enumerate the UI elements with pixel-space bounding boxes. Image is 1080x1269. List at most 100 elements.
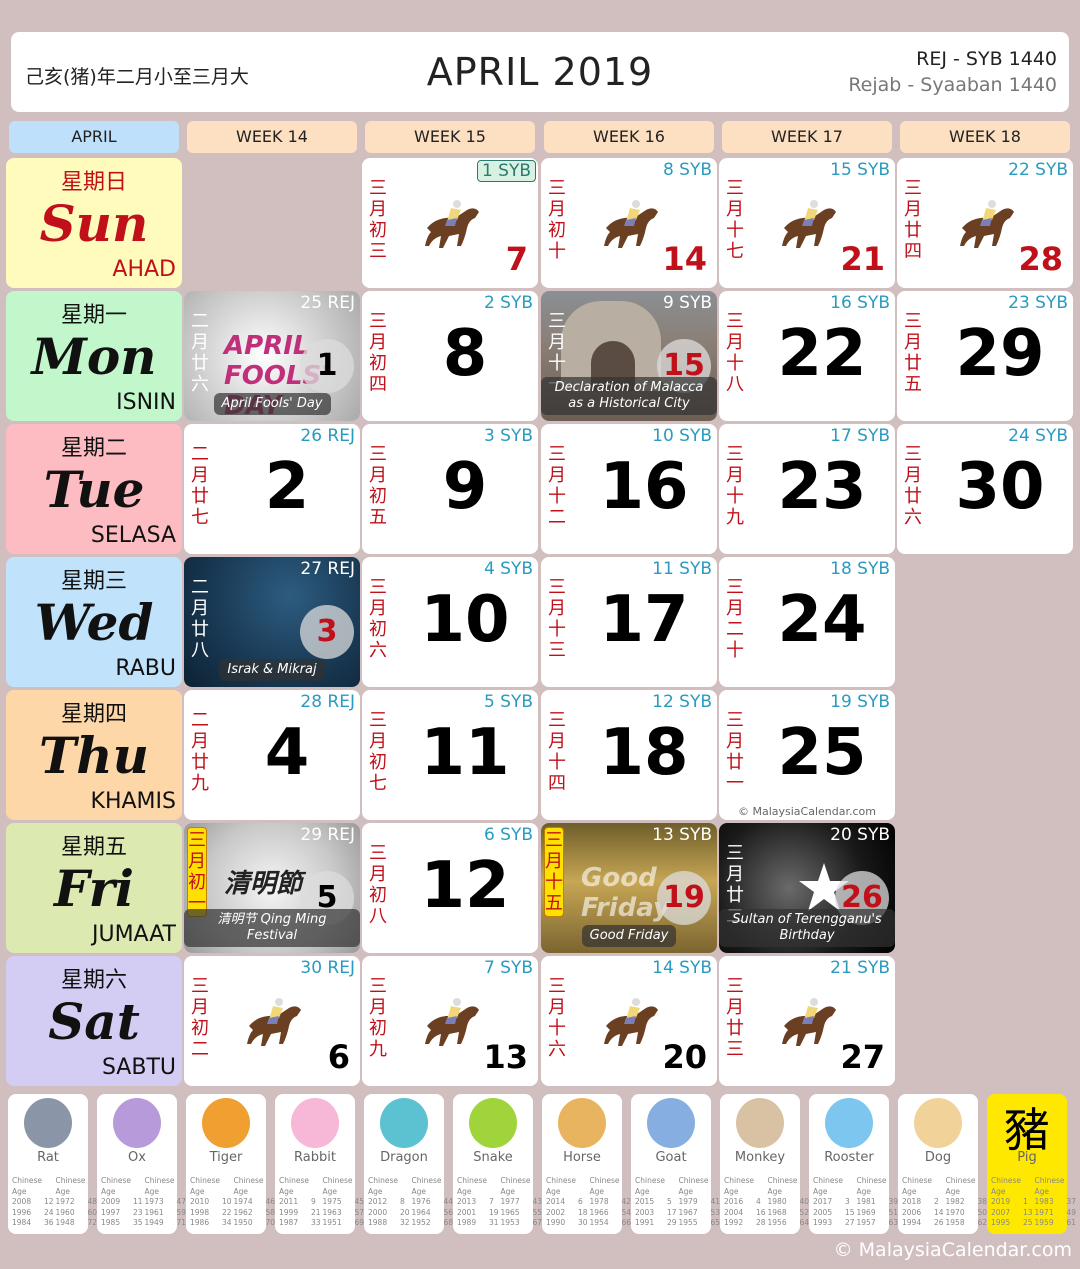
- age-cell: 1978: [589, 1197, 609, 1206]
- age-cell: 1999: [279, 1207, 299, 1217]
- date-cell-8[interactable]: 2 SYB 三月初四 8: [362, 291, 538, 421]
- date-cell-28[interactable]: 22 SYB 三月廿四 28: [897, 158, 1073, 288]
- zodiac-age-row: 1989 31 1953 67: [457, 1218, 544, 1229]
- date-cell-1[interactable]: APRIL FOOLS' DAY25 REJ二月廿六1April Fools' …: [184, 291, 360, 421]
- date-cell-24[interactable]: 18 SYB 三月二十 24: [719, 557, 895, 687]
- age-cell: 30: [577, 1218, 588, 1227]
- zodiac-age-row: 2002 18 1966 54: [546, 1208, 633, 1219]
- hijri-date: 12 SYB: [652, 692, 712, 712]
- zodiac-card-pig: 豬 Pig Chinese Chinese Age Age 2019 1 1983 37 200…: [987, 1094, 1076, 1234]
- horse-racing-icon: [604, 200, 658, 248]
- event-caption: April Fools' Day: [184, 392, 360, 415]
- date-cell-6[interactable]: 30 REJ 三月初二 6: [184, 956, 360, 1086]
- col-label: Age: [144, 1186, 160, 1196]
- date-cell-21[interactable]: 15 SYB 三月十七 21: [719, 158, 895, 288]
- day-number: 9: [442, 450, 488, 524]
- age-cell: 1996: [12, 1207, 32, 1217]
- age-cell: 1951: [322, 1218, 342, 1227]
- day-number: 14: [662, 240, 707, 278]
- age-cell: 1976: [411, 1197, 431, 1206]
- age-cell: 2018: [902, 1197, 922, 1206]
- age-cell: 2012: [368, 1197, 388, 1206]
- age-cell: 1982: [945, 1197, 965, 1206]
- rooster-icon: [825, 1098, 873, 1148]
- age-cell: 1960: [55, 1207, 75, 1217]
- age-cell: 49: [1066, 1207, 1077, 1217]
- horse-racing-icon: [425, 200, 479, 248]
- day-name-malay: AHAD: [112, 257, 176, 282]
- day-name-malay: SELASA: [90, 523, 176, 548]
- day-name-english: Sat: [48, 992, 140, 1051]
- date-cell-25[interactable]: 19 SYB 三月廿一 25 © MalaysiaCalendar.com: [719, 690, 895, 820]
- date-cell-13[interactable]: 7 SYB 三月初九 13: [362, 956, 538, 1086]
- date-cell-12[interactable]: 6 SYB 三月初八 12: [362, 823, 538, 953]
- zodiac-name: Dog: [924, 1150, 952, 1165]
- col-label: Chinese: [411, 1176, 442, 1185]
- zodiac-card-rooster: Rooster Chinese Chinese Age Age 2017 3 1981 39…: [809, 1094, 898, 1234]
- day-name-chinese: 星期二: [60, 436, 127, 461]
- date-cell-10[interactable]: 4 SYB 三月初六 10: [362, 557, 538, 687]
- zodiac-card-goat: Goat Chinese Chinese Age Age 2015 5 1979 41 200…: [631, 1094, 720, 1234]
- col-label: Age: [279, 1186, 294, 1196]
- age-cell: 2011: [279, 1197, 299, 1206]
- lunar-date: 三月十八: [726, 311, 744, 395]
- date-cell-15[interactable]: 9 SYB三月十一15Declaration of Malacca as a H…: [541, 291, 717, 421]
- zodiac-card-dragon: Dragon Chinese Chinese Age Age 2012 8 1976 44 2…: [364, 1094, 453, 1234]
- zodiac-age-row: 2015 5 1979 41: [635, 1197, 722, 1208]
- date-cell-22[interactable]: 16 SYB 三月十八 22: [719, 291, 895, 421]
- day-header-mon: 星期一 Mon ISNIN: [6, 291, 182, 421]
- hijri-date: 8 SYB: [662, 160, 712, 180]
- col-label: Age: [724, 1186, 739, 1196]
- date-cell-29[interactable]: 23 SYB 三月廿五 29: [897, 291, 1073, 421]
- week-header: WEEK 15: [365, 121, 535, 153]
- date-cell-19[interactable]: Good Friday 13 SYB 三月十五 19 Good Friday: [541, 823, 717, 953]
- day-name-english: Tue: [43, 460, 145, 519]
- zodiac-age-row: 2009 11 1973 47: [101, 1197, 188, 1208]
- date-cell-14[interactable]: 8 SYB 三月初十 14: [541, 158, 717, 288]
- date-cell-17[interactable]: 11 SYB 三月十三 17: [541, 557, 717, 687]
- age-cell: 1974: [233, 1197, 253, 1206]
- age-cell: 1972: [55, 1197, 75, 1206]
- age-cell: 1967: [678, 1207, 698, 1217]
- zodiac-age-row: 1988 32 1952 68: [368, 1218, 455, 1229]
- horse-racing-icon: [425, 998, 479, 1046]
- age-cell: 1989: [457, 1218, 477, 1227]
- date-cell-16[interactable]: 10 SYB 三月十二 16: [541, 424, 717, 554]
- date-cell-20[interactable]: 14 SYB 三月十六 20: [541, 956, 717, 1086]
- age-cell: 1980: [767, 1197, 787, 1206]
- hijri-date: 28 REJ: [300, 692, 355, 712]
- date-cell-27[interactable]: 21 SYB 三月廿三 27: [719, 956, 895, 1086]
- hijri-date: 19 SYB: [830, 692, 890, 712]
- event-name: Israk & Mikraj: [219, 659, 325, 681]
- date-cell-26[interactable]: 20 SYB三月廿二26Sultan of Terengganu's Birth…: [719, 823, 895, 953]
- date-cell-11[interactable]: 5 SYB 三月初七 11: [362, 690, 538, 820]
- day-number: 16: [599, 450, 689, 524]
- date-cell-7[interactable]: 1 SYB 三月初三 7: [362, 158, 538, 288]
- zodiac-age-row: 1996 24 1960 60: [12, 1208, 99, 1219]
- hijri-range-long: Rejab - Syaaban 1440: [848, 74, 1057, 96]
- date-cell-4[interactable]: 28 REJ 二月廿九 4: [184, 690, 360, 820]
- zodiac-age-row: 1991 29 1955 65: [635, 1218, 722, 1229]
- col-label: Age: [101, 1186, 116, 1196]
- date-cell-23[interactable]: 17 SYB 三月十九 23: [719, 424, 895, 554]
- date-cell-3[interactable]: 27 REJ 二月廿八 3 Israk & Mikraj: [184, 557, 360, 687]
- lunar-date: 三月廿六: [904, 444, 922, 528]
- zodiac-name: Goat: [655, 1150, 687, 1165]
- date-cell-9[interactable]: 3 SYB 三月初五 9: [362, 424, 538, 554]
- day-name-malay: JUMAAT: [91, 922, 176, 947]
- date-cell-18[interactable]: 12 SYB 三月十四 18: [541, 690, 717, 820]
- age-cell: 34: [221, 1218, 232, 1227]
- date-cell-2[interactable]: 26 REJ 二月廿七 2: [184, 424, 360, 554]
- col-label: Age: [813, 1186, 828, 1196]
- age-cell: 2009: [101, 1197, 121, 1206]
- hijri-date: 26 REJ: [300, 426, 355, 446]
- col-label: Chinese: [546, 1176, 576, 1185]
- age-cell: 1963: [322, 1207, 342, 1217]
- zodiac-age-row: 1986 34 1950 70: [190, 1218, 277, 1229]
- ox-icon: [113, 1098, 161, 1148]
- event-caption: 清明节 Qing Ming Festival: [184, 909, 360, 947]
- date-cell-30[interactable]: 24 SYB 三月廿六 30: [897, 424, 1073, 554]
- lunar-date: 三月初八: [369, 843, 387, 927]
- month-column-header: APRIL: [9, 121, 179, 153]
- date-cell-5[interactable]: 清明節 29 REJ 三月初一 5 清明节 Qing Ming Festival: [184, 823, 360, 953]
